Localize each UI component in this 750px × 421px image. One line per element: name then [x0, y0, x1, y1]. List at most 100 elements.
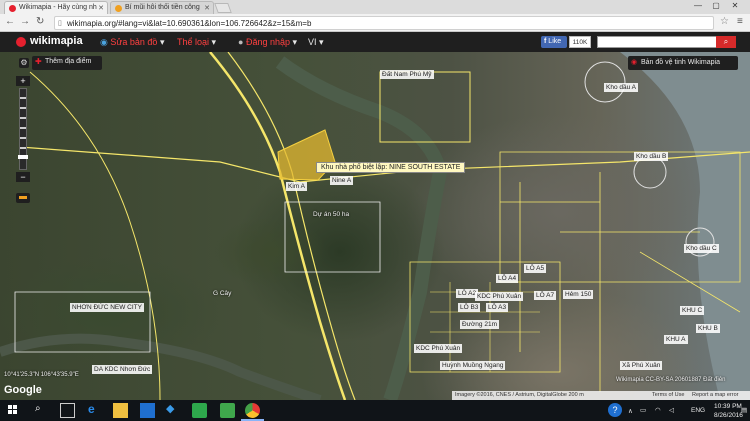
map-label[interactable]: Xã Phú Xuân — [620, 361, 663, 370]
notification-icon[interactable]: ▤ — [741, 406, 747, 414]
map-label[interactable]: Huỳnh Muồng Ngang — [440, 361, 506, 370]
bookmark-star-icon[interactable]: ☆ — [720, 16, 729, 27]
file-explorer-icon[interactable] — [113, 403, 128, 418]
map-label[interactable]: Kho dầu C — [684, 244, 719, 253]
map-label[interactable]: NHƠN ĐỨC NEW CITY — [70, 303, 144, 312]
url-text: wikimapia.org/#lang=vi&lat=10.690361&lon… — [67, 19, 312, 28]
map-label[interactable]: KHU C — [680, 306, 705, 315]
map-label[interactable]: DA KDC Nhơn Đức — [92, 365, 153, 374]
layers-icon — [19, 196, 27, 199]
address-bar: ← → ↻ ▯ wikimapia.org/#lang=vi&lat=10.69… — [0, 14, 750, 32]
map-type-switch[interactable]: ◉ Bản đồ vệ tinh Wikimapia — [628, 56, 738, 70]
windows-start-icon[interactable] — [8, 405, 18, 415]
app-icon[interactable] — [220, 403, 235, 418]
map-label[interactable]: KHU A — [664, 335, 688, 344]
map-label[interactable]: LÔ B3 — [458, 303, 481, 312]
windows-taskbar: ⌕ e ◆ ? ∧ ▭ ◠ ◁ ENG 10:39 PM 8/26/2016 ▤ — [0, 400, 750, 421]
dropbox-icon[interactable]: ◆ — [166, 402, 174, 415]
add-place-button[interactable]: ✚ Thêm địa điểm — [32, 56, 102, 70]
volume-icon[interactable]: ◁ — [669, 406, 674, 414]
login-menu[interactable]: ● Đăng nhập ▾ — [238, 37, 297, 48]
map-label[interactable]: LÔ A7 — [534, 291, 557, 300]
add-place-icon: ✚ — [35, 57, 42, 66]
map-label[interactable]: Đất Nam Phú Mỹ — [380, 70, 434, 79]
wikimapia-license: Wikimapia CC-BY-SA 20601887 Đất điên — [616, 377, 726, 383]
map-label[interactable]: Kho dầu B — [634, 152, 669, 161]
map-label[interactable]: LÔ A4 — [496, 274, 519, 283]
back-icon[interactable]: ← — [5, 16, 15, 27]
map-footer: Imagery ©2016, CNES / Astrium, DigitalGl… — [452, 391, 750, 400]
zoom-handle[interactable] — [18, 155, 28, 159]
tab-wikimapia[interactable]: Wikimapia - Hãy cùng nh ✕ — [4, 1, 108, 14]
clock-date[interactable]: 8/26/2016 — [714, 412, 743, 419]
help-icon[interactable]: ? — [608, 403, 622, 417]
layers-button[interactable] — [16, 193, 30, 203]
zoom-in-button[interactable]: + — [16, 76, 30, 86]
task-view-icon[interactable] — [60, 403, 75, 418]
map-label[interactable]: G Cây — [213, 290, 231, 297]
search-button[interactable]: ⌕ — [716, 36, 736, 48]
map-label[interactable]: Hẻm 150 — [563, 290, 594, 299]
search-icon[interactable]: ⌕ — [35, 403, 41, 414]
forward-icon[interactable]: → — [20, 16, 30, 27]
zoom-out-button[interactable]: − — [16, 172, 30, 182]
wikimapia-logo[interactable]: wikimapia — [30, 35, 83, 47]
close-tab-icon[interactable]: ✕ — [204, 4, 210, 12]
facebook-icon: f — [544, 38, 547, 45]
map-label[interactable]: LÔ A5 — [524, 264, 547, 273]
battery-icon[interactable]: ▭ — [640, 406, 646, 414]
edit-map-menu[interactable]: ◉ Sửa bản đồ ▾ — [100, 37, 164, 48]
user-icon: ● — [238, 37, 244, 47]
new-tab-button[interactable] — [214, 3, 232, 13]
minimize-icon[interactable]: — — [690, 1, 706, 10]
terms-link[interactable]: Terms of Use — [652, 392, 684, 398]
store-icon[interactable] — [140, 403, 155, 418]
close-tab-icon[interactable]: ✕ — [98, 4, 104, 12]
facebook-like-button[interactable]: f Like — [541, 36, 567, 48]
map-label[interactable]: LÔ A3 — [486, 303, 509, 312]
map-pin-icon: ◉ — [631, 59, 638, 66]
map-label[interactable]: Dự án 50 ha — [313, 211, 349, 218]
map-label[interactable]: Kim A — [286, 182, 307, 191]
close-window-icon[interactable]: ✕ — [727, 1, 743, 10]
maximize-icon[interactable]: ▢ — [708, 1, 724, 10]
search-icon: ⌕ — [723, 37, 729, 46]
zoom-slider[interactable] — [18, 88, 28, 170]
map-label[interactable]: Đường 21m — [460, 320, 499, 329]
chrome-menu-icon[interactable]: ≡ — [737, 16, 743, 27]
map-label[interactable]: KDC Phú Xuân — [414, 344, 463, 353]
wikimapia-header: wikimapia ◉ Sửa bản đồ ▾ Thể loại ▾ ● Đă… — [0, 32, 750, 52]
main-highway — [209, 52, 347, 400]
tray-up-icon[interactable]: ∧ — [628, 407, 633, 415]
wikimapia-favicon-icon — [9, 5, 16, 12]
tab-title: Wikimapia - Hãy cùng nh — [19, 4, 97, 11]
wifi-icon[interactable]: ◠ — [655, 406, 661, 414]
input-language[interactable]: ENG — [691, 407, 705, 414]
reload-icon[interactable]: ↻ — [36, 16, 44, 27]
language-menu[interactable]: VI ▾ — [308, 37, 324, 48]
settings-gear-icon[interactable]: ⚙ — [19, 58, 29, 68]
url-field[interactable]: ▯ wikimapia.org/#lang=vi&lat=10.690361&l… — [54, 16, 714, 30]
imagery-copyright: Imagery ©2016, CNES / Astrium, DigitalGl… — [455, 392, 584, 398]
categories-menu[interactable]: Thể loại ▾ — [177, 37, 216, 48]
browser-tab-bar: Wikimapia - Hãy cùng nh ✕ Bí mũi hôi thố… — [0, 0, 750, 14]
chrome-icon[interactable] — [245, 403, 260, 418]
app-icon[interactable] — [192, 403, 207, 418]
map-label[interactable]: KHU B — [696, 324, 720, 333]
kdc-boundary — [409, 261, 561, 373]
page-info-icon: ▯ — [58, 20, 62, 27]
page-favicon-icon — [115, 5, 122, 12]
map-canvas[interactable]: ⚙ ✚ Thêm địa điểm + − ◉ Bản đồ vệ tinh W… — [0, 52, 750, 400]
clock-time[interactable]: 10:39 PM — [714, 403, 742, 410]
dai-nam-boundary — [379, 71, 471, 143]
search-input[interactable] — [597, 36, 717, 48]
globe-icon: ◉ — [100, 37, 108, 47]
edge-icon[interactable]: e — [88, 402, 95, 416]
map-label[interactable]: Kho dầu A — [604, 83, 638, 92]
map-label[interactable]: KDC Phú Xuân — [475, 292, 524, 301]
map-label[interactable]: Nine A — [330, 176, 354, 185]
tab-article[interactable]: Bí mũi hôi thối tiền công ✕ — [110, 1, 214, 14]
tab-title: Bí mũi hôi thối tiền công — [125, 4, 200, 11]
report-error-link[interactable]: Report a map error — [692, 392, 738, 398]
google-logo: Google — [4, 384, 42, 396]
